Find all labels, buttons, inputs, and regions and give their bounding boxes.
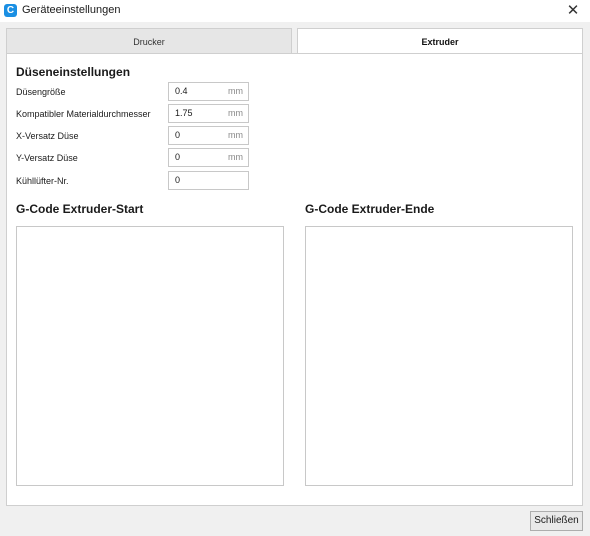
- y-offset-unit: mm: [228, 152, 243, 162]
- nozzle-size-field[interactable]: 0.4 mm: [168, 82, 249, 101]
- label-cooling-fan-number: Kühllüfter-Nr.: [16, 176, 69, 186]
- close-button[interactable]: Schließen: [530, 511, 583, 531]
- material-diameter-value: 1.75: [175, 108, 193, 118]
- label-nozzle-size: Düsengröße: [16, 87, 66, 97]
- cooling-fan-number-field[interactable]: 0: [168, 171, 249, 190]
- x-offset-value: 0: [175, 130, 181, 140]
- close-icon[interactable]: ✕: [560, 1, 586, 21]
- x-offset-field[interactable]: 0 mm: [168, 126, 249, 145]
- nozzle-size-unit: mm: [228, 86, 243, 96]
- cooling-fan-number-value: 0: [175, 175, 181, 185]
- y-offset-field[interactable]: 0 mm: [168, 148, 249, 167]
- section-title-gcode-start: G-Code Extruder-Start: [16, 202, 144, 216]
- label-x-offset: X-Versatz Düse: [16, 131, 79, 141]
- nozzle-size-value: 0.4: [175, 86, 188, 96]
- gcode-start-textarea[interactable]: [16, 226, 284, 486]
- material-diameter-field[interactable]: 1.75 mm: [168, 104, 249, 123]
- label-y-offset: Y-Versatz Düse: [16, 153, 78, 163]
- x-offset-unit: mm: [228, 130, 243, 140]
- title-bar: C Geräteeinstellungen ✕: [0, 0, 590, 22]
- tab-extruder[interactable]: Extruder: [297, 28, 583, 54]
- tab-drucker[interactable]: Drucker: [6, 28, 292, 54]
- material-diameter-unit: mm: [228, 108, 243, 118]
- section-title-nozzle: Düseneinstellungen: [16, 65, 131, 79]
- app-logo-icon: C: [4, 4, 17, 17]
- gcode-end-textarea[interactable]: [305, 226, 573, 486]
- window-title: Geräteeinstellungen: [22, 4, 121, 16]
- y-offset-value: 0: [175, 152, 181, 162]
- section-title-gcode-end: G-Code Extruder-Ende: [305, 202, 435, 216]
- label-material-diameter: Kompatibler Materialdurchmesser: [16, 109, 151, 119]
